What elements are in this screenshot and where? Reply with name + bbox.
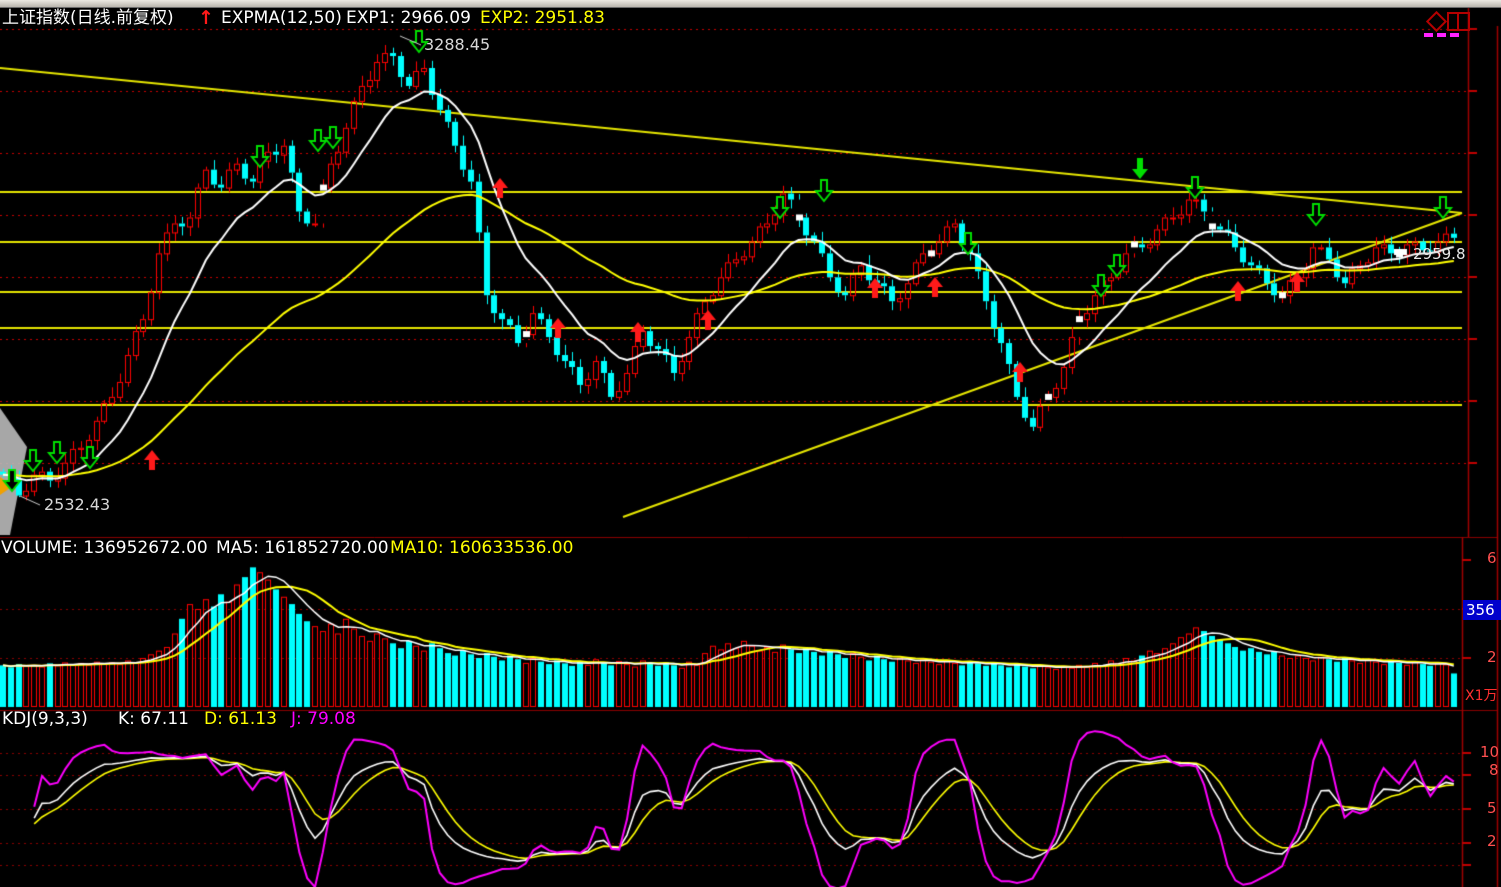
volume-unit-label: X1万 xyxy=(1465,689,1498,704)
chart-canvas[interactable] xyxy=(0,0,1501,887)
kdj-axis-tick: 8 xyxy=(1489,762,1499,779)
kdj-indicator-name[interactable]: KDJ(9,3,3) xyxy=(2,710,88,729)
symbol-title[interactable]: 上证指数(日线.前复权) xyxy=(2,9,174,28)
kdj-axis-tick: 10 xyxy=(1480,744,1499,761)
window-tool-icon[interactable] xyxy=(1447,12,1470,31)
kdj-k-value: K: 67.11 xyxy=(118,710,189,729)
exp1-value: EXP1: 2966.09 xyxy=(346,9,471,28)
window-top-edge xyxy=(0,0,1501,8)
volume-axis-tick-mid: 2 xyxy=(1487,649,1497,666)
volume-ma10-value: MA10: 160633536.00 xyxy=(390,539,573,558)
volume-axis-tick-top: 6 xyxy=(1487,550,1497,567)
magenta-dash-icon xyxy=(1437,33,1446,37)
exp2-value: EXP2: 2951.83 xyxy=(480,9,605,28)
kdj-d-value: D: 61.13 xyxy=(204,710,277,729)
last-price-label: 2959.8 xyxy=(1413,246,1466,263)
volume-current-badge: 356 xyxy=(1463,600,1501,620)
volume-value: VOLUME: 136952672.00 xyxy=(1,539,208,558)
trading-app: 上证指数(日线.前复权) ↑ EXPMA(12,50) EXP1: 2966.0… xyxy=(0,0,1501,887)
up-arrow-icon: ↑ xyxy=(198,8,214,29)
low-price-label: 2532.43 xyxy=(44,496,110,514)
magenta-dash-icon xyxy=(1424,33,1433,37)
window-icon-divider xyxy=(1457,14,1459,29)
volume-ma5-value: MA5: 161852720.00 xyxy=(216,539,389,558)
kdj-j-value: J: 79.08 xyxy=(291,710,356,729)
magenta-dash-icon xyxy=(1450,33,1459,37)
indicator-name[interactable]: EXPMA(12,50) xyxy=(221,9,342,28)
kdj-axis-tick: 5 xyxy=(1487,800,1497,817)
kdj-axis-tick: 2 xyxy=(1487,833,1497,850)
peak-price-label: 3288.45 xyxy=(424,36,490,54)
